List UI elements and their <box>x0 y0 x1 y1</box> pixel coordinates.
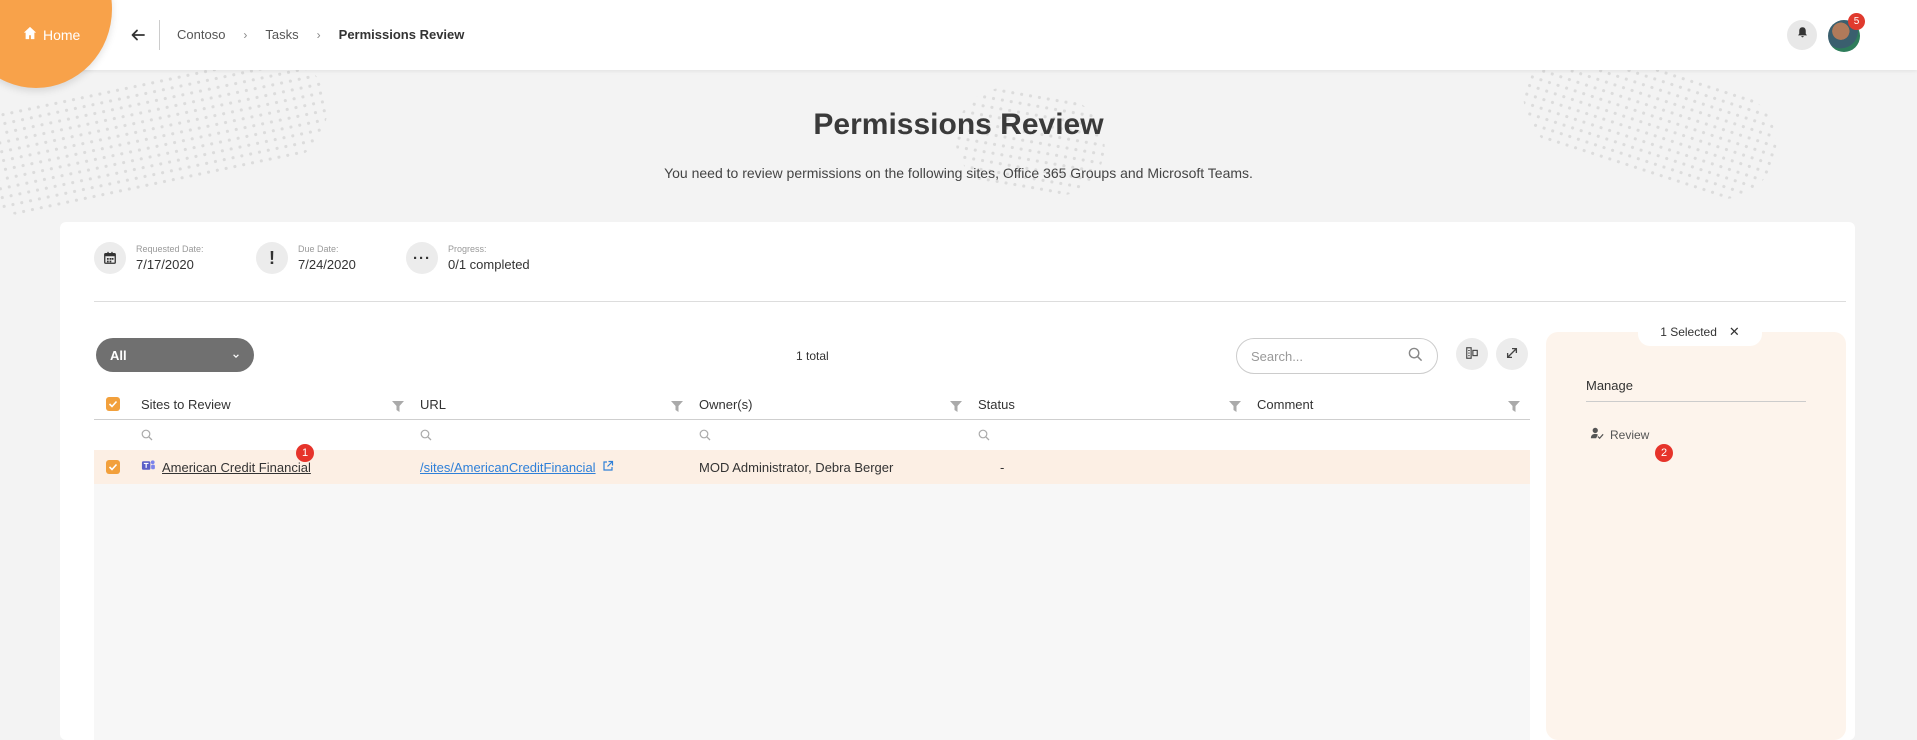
filter-dropdown[interactable]: All <box>96 338 254 372</box>
page-title: Permissions Review <box>813 108 1104 141</box>
total-count: 1 total <box>796 349 829 363</box>
search-input[interactable]: Search... <box>1236 338 1438 374</box>
home-button[interactable]: Home <box>23 26 80 43</box>
requested-date-label: Requested Date: <box>136 244 204 254</box>
external-link-icon[interactable] <box>602 460 614 475</box>
notification-count-badge: 5 <box>1848 13 1865 30</box>
manage-divider <box>1586 401 1806 402</box>
chevron-right-icon: › <box>243 27 248 42</box>
meta-divider <box>94 301 1846 302</box>
user-check-icon <box>1590 426 1604 443</box>
search-icon <box>1408 347 1423 365</box>
site-link[interactable]: American Credit Financial <box>162 460 311 475</box>
expand-button[interactable] <box>1496 338 1528 370</box>
status-cell: - <box>1000 459 1005 475</box>
exclamation-icon: ! <box>256 242 288 274</box>
bell-icon <box>1796 26 1809 44</box>
breadcrumb-item-current: Permissions Review <box>338 27 465 42</box>
due-date: ! Due Date: 7/24/2020 <box>256 242 356 274</box>
columns-button[interactable] <box>1456 338 1488 370</box>
column-search-icon[interactable] <box>141 428 153 441</box>
requested-date: Requested Date: 7/17/2020 <box>94 242 204 274</box>
chevron-down-icon <box>232 348 240 363</box>
columns-icon <box>1465 346 1479 363</box>
progress: ··· Progress: 0/1 completed <box>406 242 530 274</box>
column-search-icon[interactable] <box>978 428 990 441</box>
selection-panel <box>1546 332 1846 740</box>
filter-funnel-icon[interactable] <box>392 399 404 412</box>
manage-title: Manage <box>1586 378 1633 393</box>
requested-date-value: 7/17/2020 <box>136 257 194 272</box>
home-label: Home <box>43 26 81 43</box>
review-action[interactable]: Review <box>1590 426 1649 443</box>
column-header-comment[interactable]: Comment <box>1257 388 1313 420</box>
breadcrumb-item-tasks[interactable]: Tasks <box>265 27 298 42</box>
calendar-icon <box>94 242 126 274</box>
filter-funnel-icon[interactable] <box>950 399 962 412</box>
page-subtitle: You need to review permissions on the fo… <box>664 165 1253 181</box>
breadcrumb-item-contoso[interactable]: Contoso <box>177 27 225 42</box>
ellipsis-icon: ··· <box>406 242 438 274</box>
home-blob <box>0 0 112 88</box>
filter-funnel-icon[interactable] <box>1229 399 1241 412</box>
review-card: Requested Date: 7/17/2020 ! Due Date: 7/… <box>60 222 1855 740</box>
table-header: Sites to Review URL Owner(s) Status Comm… <box>94 388 1530 420</box>
due-date-label: Due Date: <box>298 244 339 254</box>
column-search-icon[interactable] <box>420 428 432 441</box>
teams-icon <box>141 458 156 476</box>
topbar-divider <box>159 20 160 50</box>
progress-value: 0/1 completed <box>448 257 530 272</box>
filter-funnel-icon[interactable] <box>671 399 683 412</box>
review-label: Review <box>1610 427 1650 442</box>
callout-badge-2: 2 <box>1655 444 1673 462</box>
breadcrumb: Contoso › Tasks › Permissions Review <box>177 27 464 42</box>
close-icon[interactable]: ✕ <box>1729 324 1740 340</box>
url-cell: /sites/AmericanCreditFinancial <box>420 450 614 484</box>
column-header-status[interactable]: Status <box>978 388 1015 420</box>
column-header-sites[interactable]: Sites to Review <box>141 388 231 420</box>
sites-table: Sites to Review URL Owner(s) Status Comm… <box>94 388 1530 740</box>
column-header-url[interactable]: URL <box>420 388 446 420</box>
filter-funnel-icon[interactable] <box>1508 399 1520 412</box>
chevron-right-icon: › <box>316 27 321 42</box>
callout-badge-1: 1 <box>296 444 314 462</box>
site-cell: American Credit Financial <box>141 450 311 484</box>
select-all-checkbox[interactable] <box>106 388 120 420</box>
decorative-pattern-center <box>947 79 1113 205</box>
column-header-owners[interactable]: Owner(s) <box>699 388 752 420</box>
url-link[interactable]: /sites/AmericanCreditFinancial <box>420 460 596 475</box>
back-arrow-icon[interactable] <box>129 26 147 44</box>
due-date-value: 7/24/2020 <box>298 257 356 272</box>
column-search-icon[interactable] <box>699 428 711 441</box>
home-icon <box>23 26 37 43</box>
filter-dropdown-value: All <box>110 347 127 363</box>
notifications-button[interactable] <box>1787 20 1817 50</box>
selected-count: 1 Selected <box>1660 325 1717 339</box>
row-checkbox[interactable] <box>106 450 120 484</box>
expand-icon <box>1505 346 1519 363</box>
search-placeholder: Search... <box>1251 348 1304 364</box>
selection-tab: 1 Selected ✕ <box>1638 318 1762 346</box>
owners-cell: MOD Administrator, Debra Berger <box>699 459 894 475</box>
progress-label: Progress: <box>448 244 487 254</box>
